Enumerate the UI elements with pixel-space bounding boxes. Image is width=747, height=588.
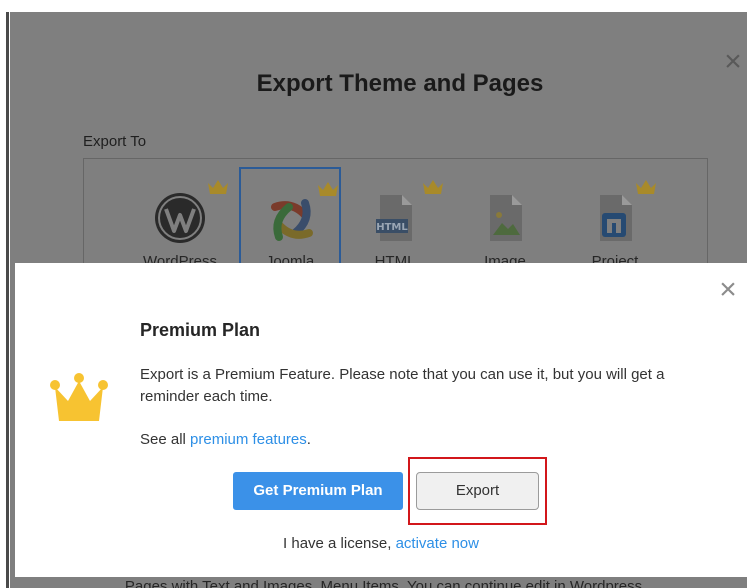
see-all-suffix: . bbox=[306, 431, 311, 448]
modal-close-icon[interactable]: × bbox=[715, 275, 741, 305]
premium-crown-icon bbox=[208, 180, 228, 194]
svg-text:HTML: HTML bbox=[376, 222, 408, 233]
premium-crown-icon bbox=[636, 180, 656, 194]
premium-plan-modal: × Premium Plan Export is a Premium Featu… bbox=[15, 263, 747, 577]
html-file-icon: HTML bbox=[376, 195, 412, 241]
license-prefix: I have a license, bbox=[283, 535, 396, 552]
modal-message: Export is a Premium Feature. Please note… bbox=[140, 366, 665, 405]
window-edge bbox=[0, 0, 10, 588]
premium-crown-icon bbox=[423, 180, 443, 194]
activate-now-link[interactable]: activate now bbox=[396, 535, 479, 552]
premium-crown-icon bbox=[318, 182, 338, 196]
export-to-label: Export To bbox=[83, 133, 147, 150]
export-dialog-title: Export Theme and Pages bbox=[256, 70, 544, 97]
export-description-text: Pages with Text and Images, Menu Items. … bbox=[124, 578, 643, 588]
premium-features-link[interactable]: premium features bbox=[190, 431, 307, 448]
image-file-icon bbox=[490, 195, 522, 241]
premium-crown-icon bbox=[50, 373, 108, 421]
modal-title: Premium Plan bbox=[140, 320, 261, 340]
joomla-icon bbox=[271, 199, 313, 241]
see-all-prefix: See all bbox=[140, 431, 191, 448]
license-line: I have a license, activate now bbox=[15, 535, 747, 552]
see-all-line: See all premium features. bbox=[140, 431, 311, 448]
project-file-icon bbox=[600, 195, 632, 241]
get-premium-plan-button[interactable]: Get Premium Plan bbox=[233, 472, 403, 510]
export-button[interactable]: Export bbox=[416, 472, 539, 510]
wordpress-icon bbox=[155, 193, 205, 243]
